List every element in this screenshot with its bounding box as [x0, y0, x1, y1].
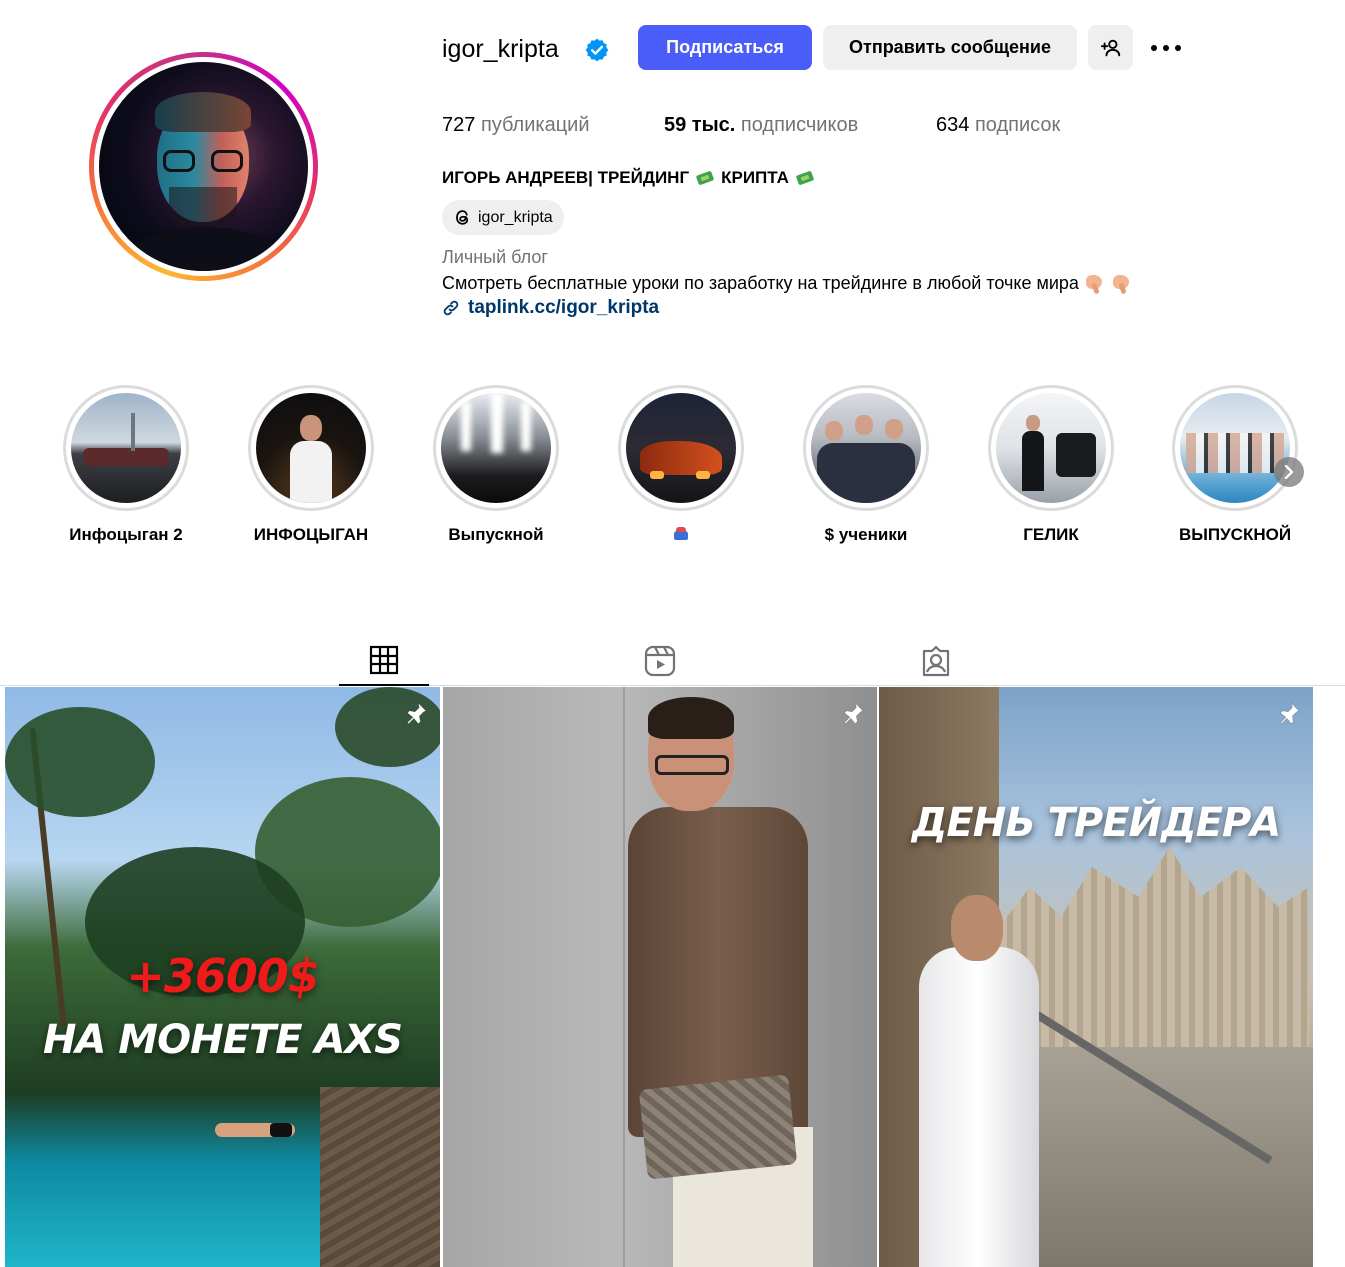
link-icon	[443, 300, 459, 316]
following-count-label: подписок	[974, 114, 1061, 136]
profile-full-name: ИГОРЬ АНДРЕЕВ| ТРЕЙДИНГ КРИПТА	[442, 166, 817, 190]
profile-external-link[interactable]: taplink.cc/igor_kripta	[442, 296, 659, 320]
highlight-cover	[626, 393, 736, 503]
pin-icon	[1279, 702, 1300, 725]
highlights-next-button[interactable]	[1274, 457, 1304, 487]
tab-posts[interactable]	[339, 636, 429, 686]
highlight-ring	[988, 385, 1114, 511]
bio-text: Смотреть бесплатные уроки по заработку н…	[442, 273, 1079, 293]
pointing-down-emoji-icon	[1111, 273, 1133, 295]
highlight-label: ГЕЛИК	[1023, 525, 1079, 544]
car-emoji-icon	[674, 527, 688, 540]
person-decoration	[951, 895, 1003, 961]
highlight-cover	[811, 393, 921, 503]
highlight-item[interactable]: ИНФОЦЫГАН	[236, 385, 386, 545]
highlight-label: Выпускной	[448, 525, 544, 544]
threads-icon	[456, 210, 469, 225]
highlight-label: Инфоцыган 2	[69, 525, 183, 544]
post-caption: ДЕНЬ ТРЕЙДЕРА	[911, 800, 1281, 846]
full-name-part1: ИГОРЬ АНДРЕЕВ| ТРЕЙДИНГ	[442, 168, 690, 187]
post-thumbnail[interactable]: +3600$ НА МОНЕТЕ AXS	[5, 687, 440, 1267]
posts-count: 727 публикаций	[442, 112, 590, 138]
highlight-item[interactable]: ГЕЛИК	[976, 385, 1126, 545]
reels-icon	[644, 645, 676, 677]
followers-count-label: подписчиков	[740, 114, 859, 136]
tab-reels[interactable]	[615, 636, 705, 686]
highlight-label: ИНФОЦЫГАН	[253, 525, 369, 544]
highlight-ring	[248, 385, 374, 511]
highlight-cover	[256, 393, 366, 503]
highlight-cover	[441, 393, 551, 503]
post-thumbnail[interactable]: ДЕНЬ ТРЕЙДЕРА	[879, 687, 1313, 1267]
profile-avatar[interactable]	[89, 52, 318, 281]
posts-count-label: публикаций	[480, 114, 590, 136]
following-count[interactable]: 634 подписок	[936, 112, 1060, 138]
swimmer-decoration	[175, 1117, 325, 1141]
highlight-ring	[433, 385, 559, 511]
highlight-item[interactable]: $ ученики	[791, 385, 941, 545]
more-options-button[interactable]	[1146, 30, 1186, 65]
pin-icon	[843, 702, 864, 725]
highlight-label: ВЫПУСКНОЙ	[1178, 525, 1292, 544]
money-emoji-icon	[795, 170, 815, 186]
avatar-image	[99, 62, 308, 271]
more-dots-icon	[1151, 44, 1181, 51]
post-thumbnail[interactable]	[443, 687, 877, 1267]
threads-handle: igor_kripta	[478, 208, 553, 226]
highlight-ring	[803, 385, 929, 511]
verified-badge-icon	[585, 38, 609, 62]
full-name-part2: КРИПТА	[721, 168, 789, 187]
highlight-item[interactable]	[606, 385, 756, 545]
highlight-cover	[71, 393, 181, 503]
following-count-number: 634	[936, 114, 970, 136]
highlight-cover	[996, 393, 1106, 503]
avatar-gap	[94, 57, 313, 276]
followers-count-number: 59 тыс.	[664, 114, 736, 136]
highlight-ring	[63, 385, 189, 511]
suggested-users-button[interactable]	[1088, 25, 1133, 70]
highlight-label: $ ученики	[824, 525, 908, 544]
threads-link-badge[interactable]: igor_kripta	[442, 200, 564, 235]
profile-bio: Смотреть бесплатные уроки по заработку н…	[442, 271, 1133, 295]
palm-leaves-decoration	[5, 707, 155, 817]
external-link-text: taplink.cc/igor_kripta	[468, 297, 660, 318]
grid-icon	[369, 645, 399, 675]
pin-icon	[406, 702, 427, 725]
highlight-cover	[1180, 393, 1290, 503]
highlight-item[interactable]: Инфоцыган 2	[51, 385, 201, 545]
posts-count-number: 727	[442, 114, 476, 136]
highlight-label	[674, 525, 688, 545]
followers-count[interactable]: 59 тыс. подписчиков	[664, 112, 858, 138]
wall-decoration	[623, 687, 625, 1267]
send-message-button[interactable]: Отправить сообщение	[823, 25, 1077, 70]
follow-button[interactable]: Подписаться	[638, 25, 812, 70]
highlight-item[interactable]: Выпускной	[421, 385, 571, 545]
person-decoration	[919, 947, 1039, 1267]
profile-category: Личный блог	[442, 247, 548, 267]
add-user-icon	[1100, 39, 1120, 56]
chevron-right-icon	[1284, 465, 1294, 479]
post-caption: НА МОНЕТЕ AXS	[42, 1017, 403, 1063]
profile-username: igor_kripta	[442, 35, 559, 63]
palm-leaves-decoration	[335, 687, 440, 767]
person-decoration	[648, 697, 734, 739]
tab-tagged[interactable]	[891, 636, 981, 686]
highlight-ring	[618, 385, 744, 511]
pointing-down-emoji-icon	[1084, 273, 1106, 295]
bag-decoration	[638, 1074, 798, 1180]
post-caption: +3600$	[126, 949, 320, 1003]
person-decoration	[655, 755, 729, 775]
money-emoji-icon	[695, 170, 715, 186]
highlight-ring	[1172, 385, 1298, 511]
pool-deck-decoration	[320, 1087, 440, 1267]
tagged-icon	[922, 645, 950, 677]
